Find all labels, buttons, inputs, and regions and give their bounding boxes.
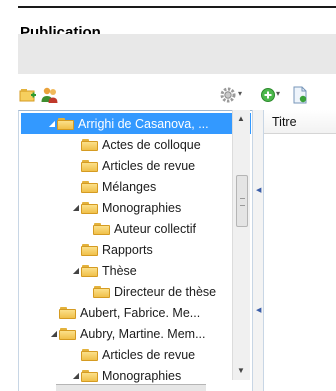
- scrollbar-thumb[interactable]: [236, 175, 248, 227]
- collapse-arrow-icon[interactable]: ◢: [47, 119, 57, 128]
- collapse-arrow-icon[interactable]: ◢: [71, 266, 81, 275]
- tree-item-label: Articles de revue: [102, 158, 196, 173]
- tree-item-arrighi[interactable]: ◢ Arrighi de Casanova, ...: [21, 113, 251, 134]
- tree-item-these[interactable]: ◢ Thèse: [19, 260, 137, 281]
- collapse-arrow-icon[interactable]: ◢: [71, 371, 81, 380]
- tree-item-directeur-de-these[interactable]: Directeur de thèse: [19, 281, 216, 302]
- folder-icon: [81, 369, 98, 382]
- tree-vertical-scrollbar[interactable]: ▲ ▼: [232, 110, 250, 380]
- column-header-titre[interactable]: Titre: [264, 110, 336, 134]
- collapse-arrow-icon[interactable]: ◢: [71, 203, 81, 212]
- tree-item-actes-de-colloque[interactable]: Actes de colloque: [19, 134, 201, 155]
- splitter-grip-icon: ◀: [256, 307, 262, 314]
- tree-item-articles-de-revue-2[interactable]: Articles de revue: [19, 344, 195, 365]
- folder-icon: [81, 138, 98, 151]
- folder-icon: [93, 222, 110, 235]
- column-header-label: Titre: [272, 115, 297, 129]
- tree-item-label: Aubry, Martine. Mem...: [80, 326, 206, 341]
- splitter-grip-icon: ◀: [256, 187, 262, 194]
- tree-item-label: Monographies: [102, 368, 182, 383]
- folder-icon: [81, 348, 98, 361]
- users-icon[interactable]: [40, 85, 60, 105]
- gear-icon[interactable]: [218, 85, 238, 105]
- header-band: [18, 34, 336, 74]
- tree-item-monographies[interactable]: ◢ Monographies: [19, 197, 181, 218]
- add-dropdown-icon[interactable]: ▾: [276, 89, 280, 98]
- gear-dropdown-icon[interactable]: ▾: [238, 89, 242, 98]
- results-grid: Titre: [264, 110, 336, 391]
- tree-horizontal-scrollbar[interactable]: [56, 384, 206, 391]
- new-folder-icon[interactable]: [18, 85, 38, 105]
- tree-item-melanges[interactable]: Mélanges: [19, 176, 156, 197]
- tree-item-monographies-2[interactable]: ◢ Monographies: [19, 365, 181, 386]
- folder-icon: [81, 201, 98, 214]
- tree-item-label: Articles de revue: [102, 347, 196, 362]
- panel-splitter[interactable]: ◀ ◀: [252, 110, 264, 391]
- tree-item-label: Arrighi de Casanova, ...: [78, 116, 209, 131]
- add-icon[interactable]: [258, 85, 278, 105]
- tree-item-label: Auteur collectif: [114, 221, 196, 236]
- publication-tree[interactable]: ◢ Arrighi de Casanova, ... Actes de coll…: [18, 110, 252, 391]
- tree-item-auteur-collectif[interactable]: Auteur collectif: [19, 218, 196, 239]
- tree-item-label: Rapports: [102, 242, 153, 257]
- folder-icon: [59, 306, 76, 319]
- folder-icon: [81, 180, 98, 193]
- folder-icon: [93, 285, 110, 298]
- scroll-down-arrow-icon[interactable]: ▼: [237, 366, 245, 375]
- tree-item-label: Directeur de thèse: [114, 284, 217, 299]
- folder-icon: [81, 243, 98, 256]
- collapse-arrow-icon[interactable]: ◢: [49, 329, 59, 338]
- folder-icon: [81, 159, 98, 172]
- tree-item-rapports[interactable]: Rapports: [19, 239, 153, 260]
- folder-icon: [81, 264, 98, 277]
- tree-item-articles-de-revue[interactable]: Articles de revue: [19, 155, 195, 176]
- tree-item-label: Monographies: [102, 200, 182, 215]
- tree-toolbar: ▾ ▾: [18, 80, 336, 110]
- tree-item-aubert[interactable]: Aubert, Fabrice. Me...: [19, 302, 200, 323]
- top-divider: [18, 6, 336, 8]
- scroll-up-arrow-icon[interactable]: ▲: [237, 114, 245, 123]
- folder-icon: [59, 327, 76, 340]
- tree-item-label: Actes de colloque: [102, 137, 201, 152]
- tree-item-label: Mélanges: [102, 179, 157, 194]
- tree-item-aubry[interactable]: ◢ Aubry, Martine. Mem...: [19, 323, 206, 344]
- document-icon[interactable]: [290, 85, 310, 105]
- folder-icon: [57, 117, 74, 130]
- page-title: Publication: [20, 24, 101, 34]
- tree-item-label: Aubert, Fabrice. Me...: [80, 305, 201, 320]
- tree-item-label: Thèse: [102, 263, 137, 278]
